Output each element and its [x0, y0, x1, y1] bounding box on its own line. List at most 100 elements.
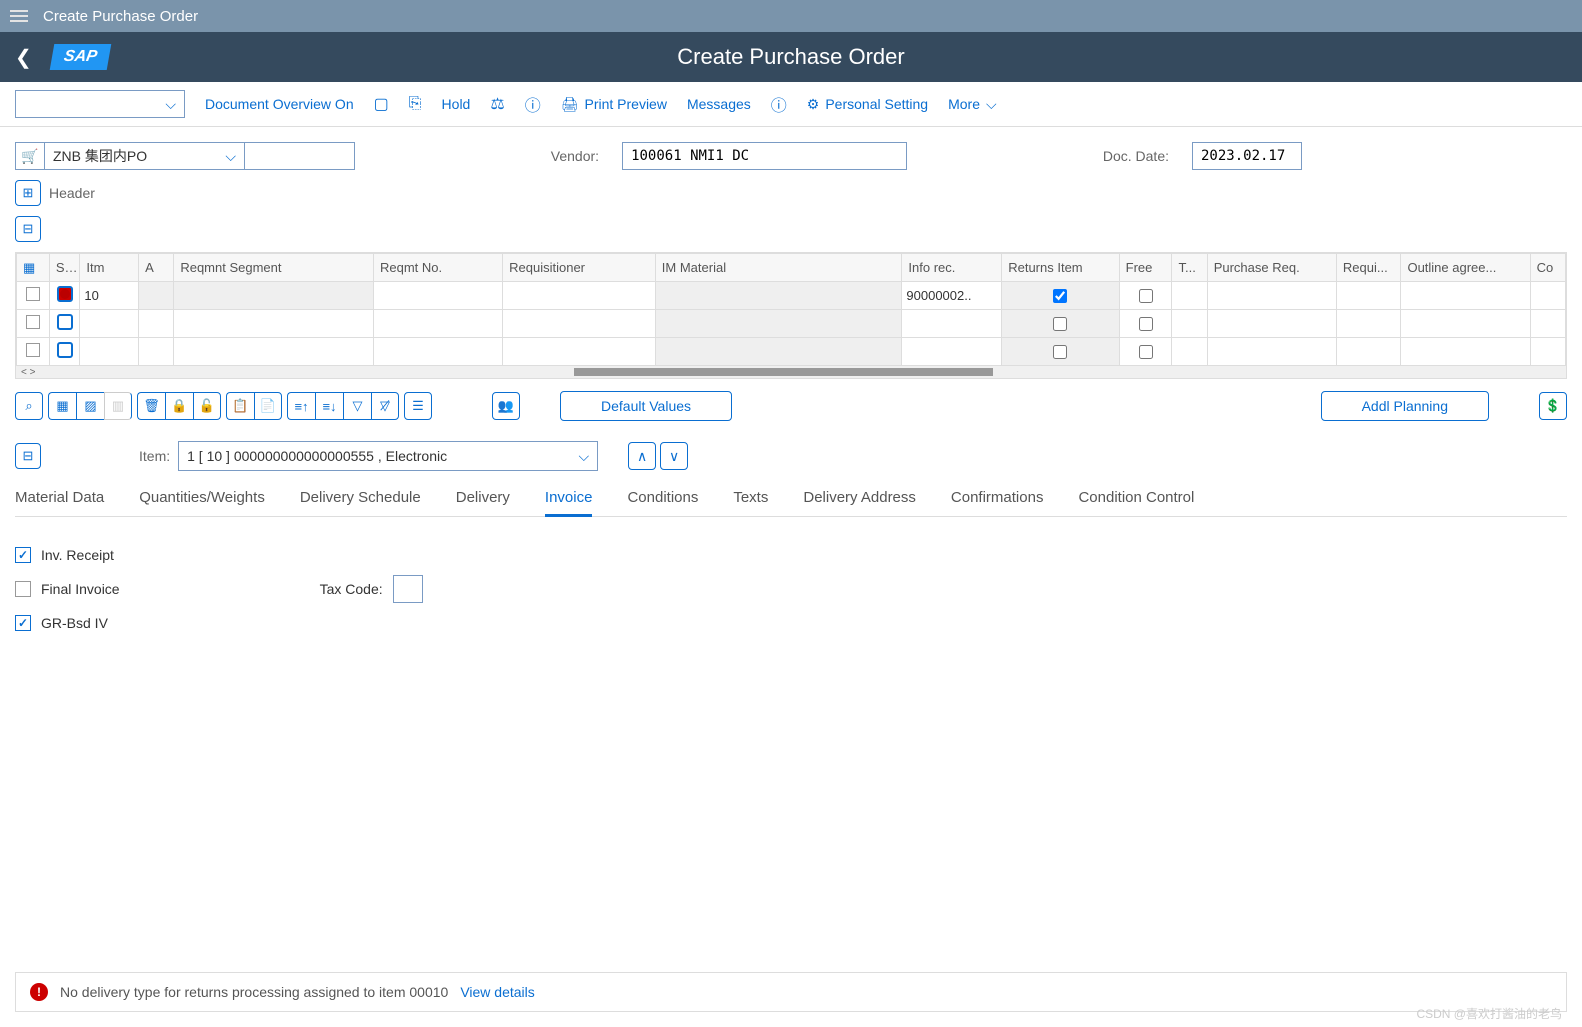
detail-icon-button[interactable]: ⌕: [15, 392, 43, 420]
returns-item-column-header[interactable]: Returns Item: [1002, 254, 1119, 282]
requi-column-header[interactable]: Requi...: [1336, 254, 1401, 282]
copy-button[interactable]: 📋: [226, 392, 254, 420]
purchase-req-column-header[interactable]: Purchase Req.: [1207, 254, 1336, 282]
gr-bsd-iv-checkbox[interactable]: [15, 615, 31, 631]
tax-code-input[interactable]: [393, 575, 423, 603]
a-column-header[interactable]: A: [139, 254, 174, 282]
free-checkbox[interactable]: [1139, 289, 1153, 303]
lock-button[interactable]: 🔒: [165, 392, 193, 420]
tab-confirmations[interactable]: Confirmations: [951, 481, 1044, 516]
vendor-input[interactable]: [622, 142, 907, 170]
row-select-checkbox[interactable]: [26, 343, 40, 357]
table-row[interactable]: [17, 338, 1566, 366]
item-select[interactable]: 1 [ 10 ] 000000000000000555 , Electronic…: [178, 441, 598, 471]
tab-quantities-weights[interactable]: Quantities/Weights: [139, 481, 265, 516]
select-all-button[interactable]: ▦: [48, 392, 76, 420]
po-number-input[interactable]: [245, 142, 355, 170]
itm-cell[interactable]: [80, 310, 139, 338]
layout-button[interactable]: ▥: [104, 392, 132, 420]
table-horizontal-scrollbar[interactable]: < >: [16, 366, 1566, 378]
itm-column-header[interactable]: Itm: [80, 254, 139, 282]
variant-button[interactable]: ☰: [404, 392, 432, 420]
services-button[interactable]: 👥: [492, 392, 520, 420]
messages-button[interactable]: Messages: [687, 96, 751, 112]
row-select-checkbox[interactable]: [26, 315, 40, 329]
free-column-header[interactable]: Free: [1119, 254, 1172, 282]
reqmt-no-cell[interactable]: [373, 338, 502, 366]
tab-delivery-address[interactable]: Delivery Address: [803, 481, 916, 516]
itm-cell[interactable]: 10: [80, 282, 139, 310]
co-column-header[interactable]: Co: [1530, 254, 1565, 282]
filter-off-button[interactable]: ▽̸: [371, 392, 399, 420]
collapse-item-detail-button[interactable]: ⊟: [15, 443, 41, 469]
collapse-item-button[interactable]: ⊟: [15, 216, 41, 242]
returns-checkbox[interactable]: [1053, 345, 1067, 359]
outline-agree-cell[interactable]: [1401, 282, 1530, 310]
returns-checkbox[interactable]: [1053, 317, 1067, 331]
requisitioner-cell[interactable]: [503, 310, 656, 338]
reqmnt-segment-cell[interactable]: [174, 310, 374, 338]
price-button[interactable]: 💲: [1539, 392, 1567, 420]
tab-condition-control[interactable]: Condition Control: [1078, 481, 1194, 516]
clipboard-icon[interactable]: ▢: [374, 94, 389, 114]
a-cell[interactable]: [139, 338, 174, 366]
delete-button[interactable]: 🗑: [137, 392, 165, 420]
purchase-req-cell[interactable]: [1207, 282, 1336, 310]
status-column-header[interactable]: S...: [49, 254, 80, 282]
next-item-button[interactable]: ∨: [660, 442, 688, 470]
info-rec-cell[interactable]: 90000002..: [902, 282, 1002, 310]
free-checkbox[interactable]: [1139, 317, 1153, 331]
info-rec-cell[interactable]: [902, 338, 1002, 366]
export-icon[interactable]: ⎘: [409, 95, 422, 113]
deselect-all-button[interactable]: ▨: [76, 392, 104, 420]
hold-button[interactable]: Hold: [442, 96, 471, 112]
im-material-column-header[interactable]: IM Material: [655, 254, 902, 282]
requisitioner-column-header[interactable]: Requisitioner: [503, 254, 656, 282]
tab-texts[interactable]: Texts: [733, 481, 768, 516]
reqmt-no-cell[interactable]: [373, 282, 502, 310]
reqmt-no-cell[interactable]: [373, 310, 502, 338]
back-button[interactable]: ❮: [15, 45, 32, 70]
more-button[interactable]: More⌵: [948, 96, 997, 113]
inv-receipt-checkbox[interactable]: [15, 547, 31, 563]
tab-material-data[interactable]: Material Data: [15, 481, 104, 516]
outline-agree-column-header[interactable]: Outline agree...: [1401, 254, 1530, 282]
info-rec-cell[interactable]: [902, 310, 1002, 338]
reqmnt-segment-cell[interactable]: [174, 338, 374, 366]
default-values-button[interactable]: Default Values: [560, 391, 732, 421]
im-material-cell[interactable]: [655, 310, 902, 338]
scroll-thumb[interactable]: [574, 368, 993, 376]
unlock-button[interactable]: 🔓: [193, 392, 221, 420]
requi-cell[interactable]: [1336, 282, 1401, 310]
po-type-select[interactable]: ZNB 集团内PO⌵: [45, 142, 245, 170]
reqmnt-segment-cell[interactable]: [174, 282, 374, 310]
table-row[interactable]: [17, 310, 1566, 338]
info-rec-column-header[interactable]: Info rec.: [902, 254, 1002, 282]
help-icon[interactable]: ⓘ: [525, 92, 541, 116]
personal-setting-button[interactable]: ⚙Personal Setting: [807, 96, 928, 113]
doc-date-input[interactable]: [1192, 142, 1302, 170]
reqmt-no-column-header[interactable]: Reqmt No.: [373, 254, 502, 282]
paste-button[interactable]: 📄: [254, 392, 282, 420]
info-icon[interactable]: ⓘ: [771, 92, 787, 116]
requisitioner-cell[interactable]: [503, 338, 656, 366]
im-material-cell[interactable]: [655, 338, 902, 366]
addl-planning-button[interactable]: Addl Planning: [1321, 391, 1489, 421]
a-cell[interactable]: [139, 310, 174, 338]
settings-column-header[interactable]: ▦: [17, 254, 50, 282]
document-overview-button[interactable]: Document Overview On: [205, 96, 354, 112]
expand-header-button[interactable]: ⊞: [15, 180, 41, 206]
co-cell[interactable]: [1530, 282, 1565, 310]
toolbar-variant-dropdown[interactable]: ⌵: [15, 90, 185, 118]
tab-delivery[interactable]: Delivery: [456, 481, 510, 516]
filter-button[interactable]: ▽: [343, 392, 371, 420]
free-checkbox[interactable]: [1139, 345, 1153, 359]
view-details-link[interactable]: View details: [460, 984, 534, 1000]
tab-delivery-schedule[interactable]: Delivery Schedule: [300, 481, 421, 516]
t-cell[interactable]: [1172, 282, 1207, 310]
requisitioner-cell[interactable]: [503, 282, 656, 310]
sort-asc-button[interactable]: ≡↑: [287, 392, 315, 420]
itm-cell[interactable]: [80, 338, 139, 366]
reqmnt-segment-column-header[interactable]: Reqmnt Segment: [174, 254, 374, 282]
tab-invoice[interactable]: Invoice: [545, 481, 593, 517]
